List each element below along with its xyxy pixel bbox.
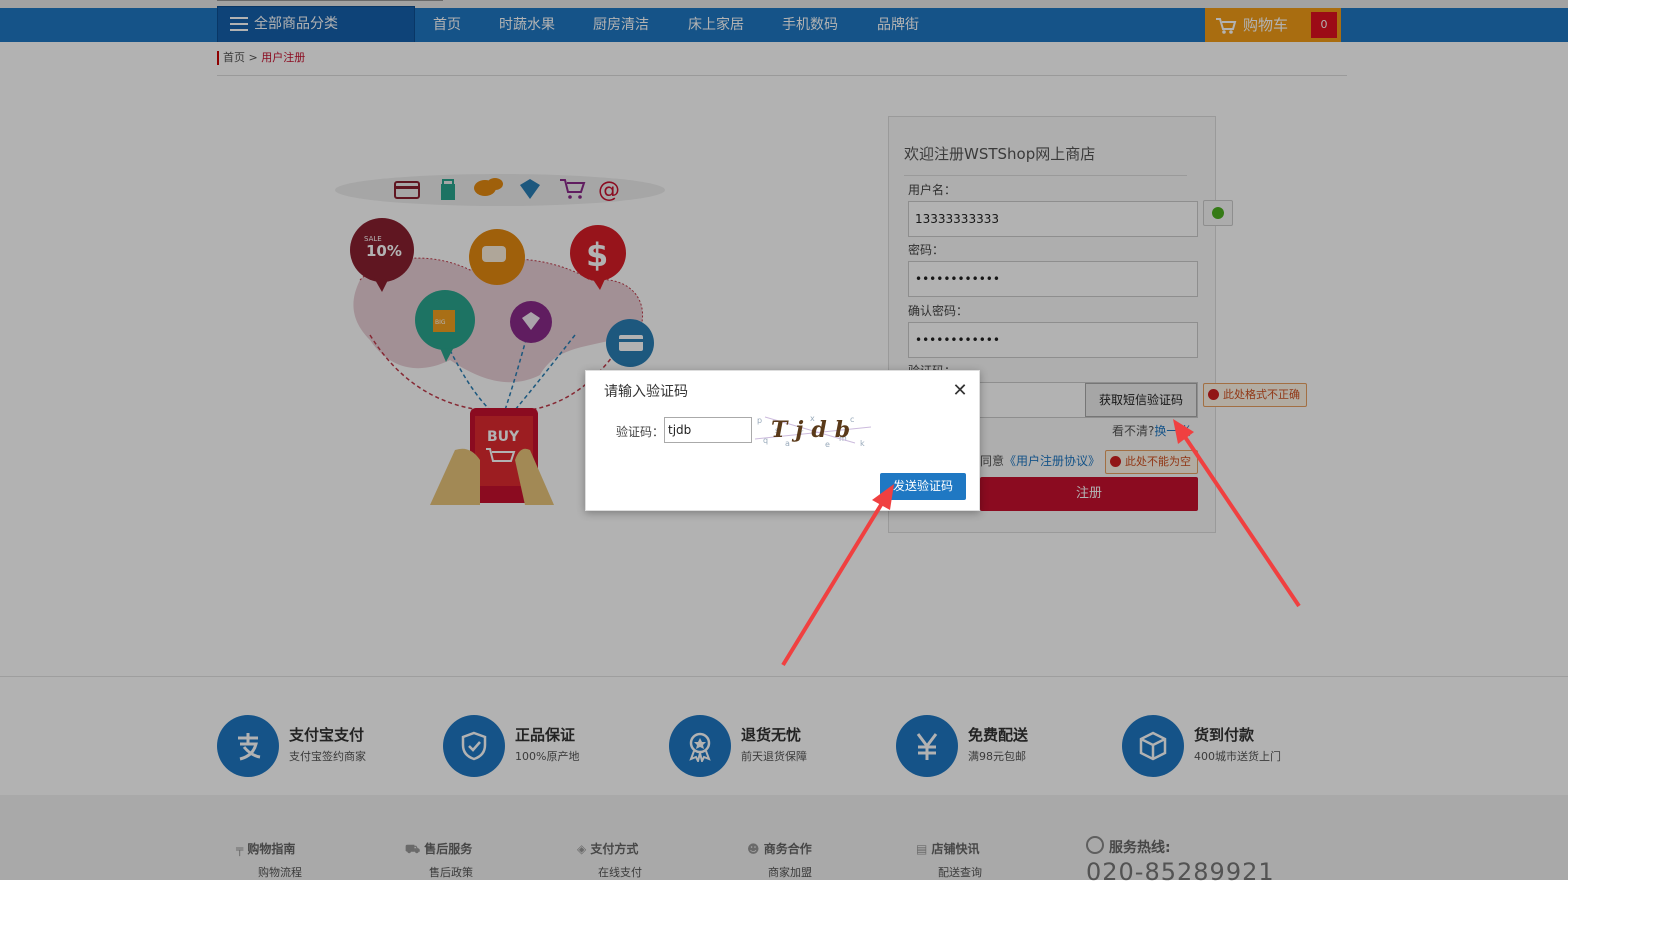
- annotation-arrows: [781, 419, 1301, 667]
- arrow-to-sms-button: [1173, 419, 1301, 608]
- arrow-to-send-button: [781, 484, 894, 667]
